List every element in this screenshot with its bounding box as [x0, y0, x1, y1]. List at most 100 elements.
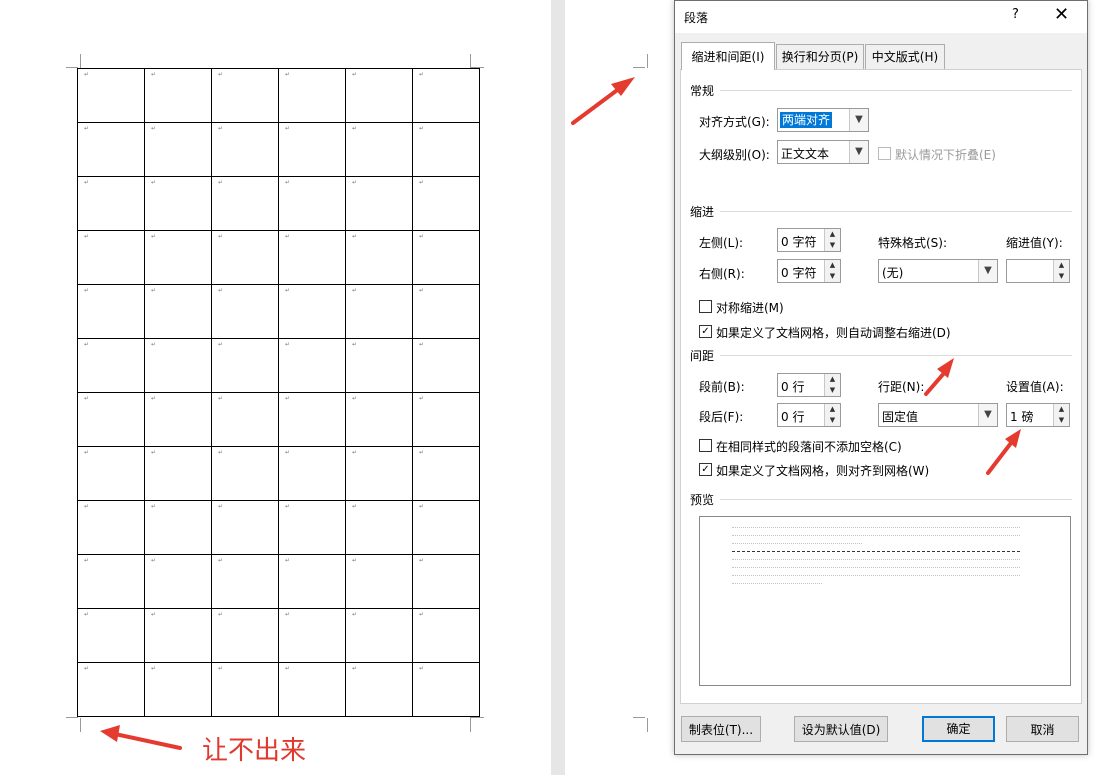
table-cell[interactable]: ↵: [278, 446, 346, 501]
table-cell[interactable]: ↵: [278, 500, 346, 555]
table-cell[interactable]: ↵: [412, 176, 480, 231]
table-cell[interactable]: ↵: [278, 230, 346, 285]
table-cell[interactable]: ↵: [144, 554, 212, 609]
spin-down-icon[interactable]: ▼: [824, 415, 840, 426]
table-cell[interactable]: ↵: [77, 230, 145, 285]
table-cell[interactable]: ↵: [77, 122, 145, 177]
spacing-after-spinner[interactable]: 0 行 ▲ ▼: [777, 403, 841, 427]
table-cell[interactable]: ↵: [211, 500, 279, 555]
table-cell[interactable]: ↵: [211, 122, 279, 177]
table-cell[interactable]: ↵: [211, 230, 279, 285]
table-cell[interactable]: ↵: [211, 662, 279, 717]
auto-adjust-right-indent-checkbox[interactable]: ✓: [699, 325, 712, 338]
table-cell[interactable]: ↵: [278, 392, 346, 447]
snap-to-grid-checkbox[interactable]: ✓: [699, 463, 712, 476]
table-cell[interactable]: ↵: [77, 338, 145, 393]
table-cell[interactable]: ↵: [278, 338, 346, 393]
alignment-dropdown[interactable]: 两端对齐 ▼: [777, 108, 869, 132]
spin-down-icon[interactable]: ▼: [1053, 271, 1069, 282]
indent-left-spinner[interactable]: 0 字符 ▲ ▼: [777, 228, 841, 252]
table-cell[interactable]: ↵: [278, 122, 346, 177]
chevron-down-icon[interactable]: ▼: [978, 260, 997, 282]
table-cell[interactable]: ↵: [144, 68, 212, 123]
table-cell[interactable]: ↵: [211, 608, 279, 663]
tab-indents-spacing[interactable]: 缩进和间距(I): [681, 42, 775, 70]
tab-asian-typography[interactable]: 中文版式(H): [865, 44, 945, 69]
table-cell[interactable]: ↵: [412, 662, 480, 717]
table-cell[interactable]: ↵: [278, 284, 346, 339]
table-cell[interactable]: ↵: [77, 608, 145, 663]
table-cell[interactable]: ↵: [77, 446, 145, 501]
chevron-down-icon[interactable]: ▼: [849, 141, 868, 163]
table-cell[interactable]: ↵: [412, 284, 480, 339]
table-cell[interactable]: ↵: [211, 392, 279, 447]
table-cell[interactable]: ↵: [77, 392, 145, 447]
table-cell[interactable]: ↵: [77, 554, 145, 609]
table-cell[interactable]: ↵: [412, 446, 480, 501]
table-cell[interactable]: ↵: [412, 554, 480, 609]
table-cell[interactable]: ↵: [144, 284, 212, 339]
table-cell[interactable]: ↵: [345, 230, 413, 285]
table-cell[interactable]: ↵: [144, 338, 212, 393]
table-cell[interactable]: ↵: [211, 68, 279, 123]
table-cell[interactable]: ↵: [412, 338, 480, 393]
table-cell[interactable]: ↵: [144, 500, 212, 555]
table-cell[interactable]: ↵: [345, 284, 413, 339]
table-cell[interactable]: ↵: [278, 608, 346, 663]
table-cell[interactable]: ↵: [412, 122, 480, 177]
table-cell[interactable]: ↵: [345, 446, 413, 501]
table-cell[interactable]: ↵: [77, 500, 145, 555]
table-cell[interactable]: ↵: [211, 176, 279, 231]
mirror-indents-checkbox[interactable]: [699, 300, 712, 313]
table-cell[interactable]: ↵: [345, 392, 413, 447]
table-cell[interactable]: ↵: [412, 608, 480, 663]
table-cell[interactable]: ↵: [211, 446, 279, 501]
table-cell[interactable]: ↵: [345, 500, 413, 555]
table-cell[interactable]: ↵: [278, 176, 346, 231]
table-cell[interactable]: ↵: [144, 230, 212, 285]
table-cell[interactable]: ↵: [278, 68, 346, 123]
spacing-at-spinner[interactable]: 1 磅 ▲ ▼: [1006, 403, 1070, 427]
table-cell[interactable]: ↵: [211, 338, 279, 393]
spacing-before-spinner[interactable]: 0 行 ▲ ▼: [777, 373, 841, 397]
table-cell[interactable]: ↵: [345, 554, 413, 609]
set-default-button[interactable]: 设为默认值(D): [794, 716, 888, 742]
indent-by-spinner[interactable]: ▲ ▼: [1006, 259, 1070, 283]
table-cell[interactable]: ↵: [412, 230, 480, 285]
indent-right-spinner[interactable]: 0 字符 ▲ ▼: [777, 259, 841, 283]
help-button[interactable]: ?: [1012, 7, 1019, 22]
outline-level-dropdown[interactable]: 正文文本 ▼: [777, 140, 869, 164]
table-cell[interactable]: ↵: [77, 284, 145, 339]
table-cell[interactable]: ↵: [144, 446, 212, 501]
cancel-button[interactable]: 取消: [1006, 716, 1079, 742]
table-cell[interactable]: ↵: [412, 392, 480, 447]
table-cell[interactable]: ↵: [345, 338, 413, 393]
chevron-down-icon[interactable]: ▼: [978, 404, 997, 426]
table-cell[interactable]: ↵: [144, 122, 212, 177]
table-cell[interactable]: ↵: [144, 176, 212, 231]
table-cell[interactable]: ↵: [345, 68, 413, 123]
spin-down-icon[interactable]: ▼: [824, 240, 840, 251]
spin-down-icon[interactable]: ▼: [1053, 415, 1069, 426]
table-cell[interactable]: ↵: [144, 392, 212, 447]
table-cell[interactable]: ↵: [345, 176, 413, 231]
table-cell[interactable]: ↵: [144, 608, 212, 663]
table-cell[interactable]: ↵: [278, 662, 346, 717]
line-spacing-dropdown[interactable]: 固定值 ▼: [878, 403, 998, 427]
spin-down-icon[interactable]: ▼: [824, 271, 840, 282]
tab-line-page-breaks[interactable]: 换行和分页(P): [776, 44, 864, 69]
close-icon[interactable]: ✕: [1054, 4, 1069, 25]
table-cell[interactable]: ↵: [345, 122, 413, 177]
table-cell[interactable]: ↵: [77, 68, 145, 123]
table-cell[interactable]: ↵: [211, 284, 279, 339]
dialog-titlebar[interactable]: 段落 ? ✕: [675, 1, 1087, 33]
table-cell[interactable]: ↵: [144, 662, 212, 717]
document-table[interactable]: ↵ ↵ ↵ ↵ ↵ ↵ ↵ ↵ ↵ ↵ ↵ ↵ ↵ ↵ ↵ ↵ ↵ ↵ ↵ ↵ ↵ ↵ ↵ ↵ ↵ ↵ ↵ ↵ ↵ ↵ ↵ ↵ ↵ ↵ ↵ ↵ ↵ ↵ ↵ ↵…: [77, 68, 480, 717]
special-indent-dropdown[interactable]: (无) ▼: [878, 259, 998, 283]
table-cell[interactable]: ↵: [211, 554, 279, 609]
chevron-down-icon[interactable]: ▼: [849, 109, 868, 131]
table-cell[interactable]: ↵: [77, 176, 145, 231]
table-cell[interactable]: ↵: [77, 662, 145, 717]
table-cell[interactable]: ↵: [345, 608, 413, 663]
table-cell[interactable]: ↵: [412, 68, 480, 123]
